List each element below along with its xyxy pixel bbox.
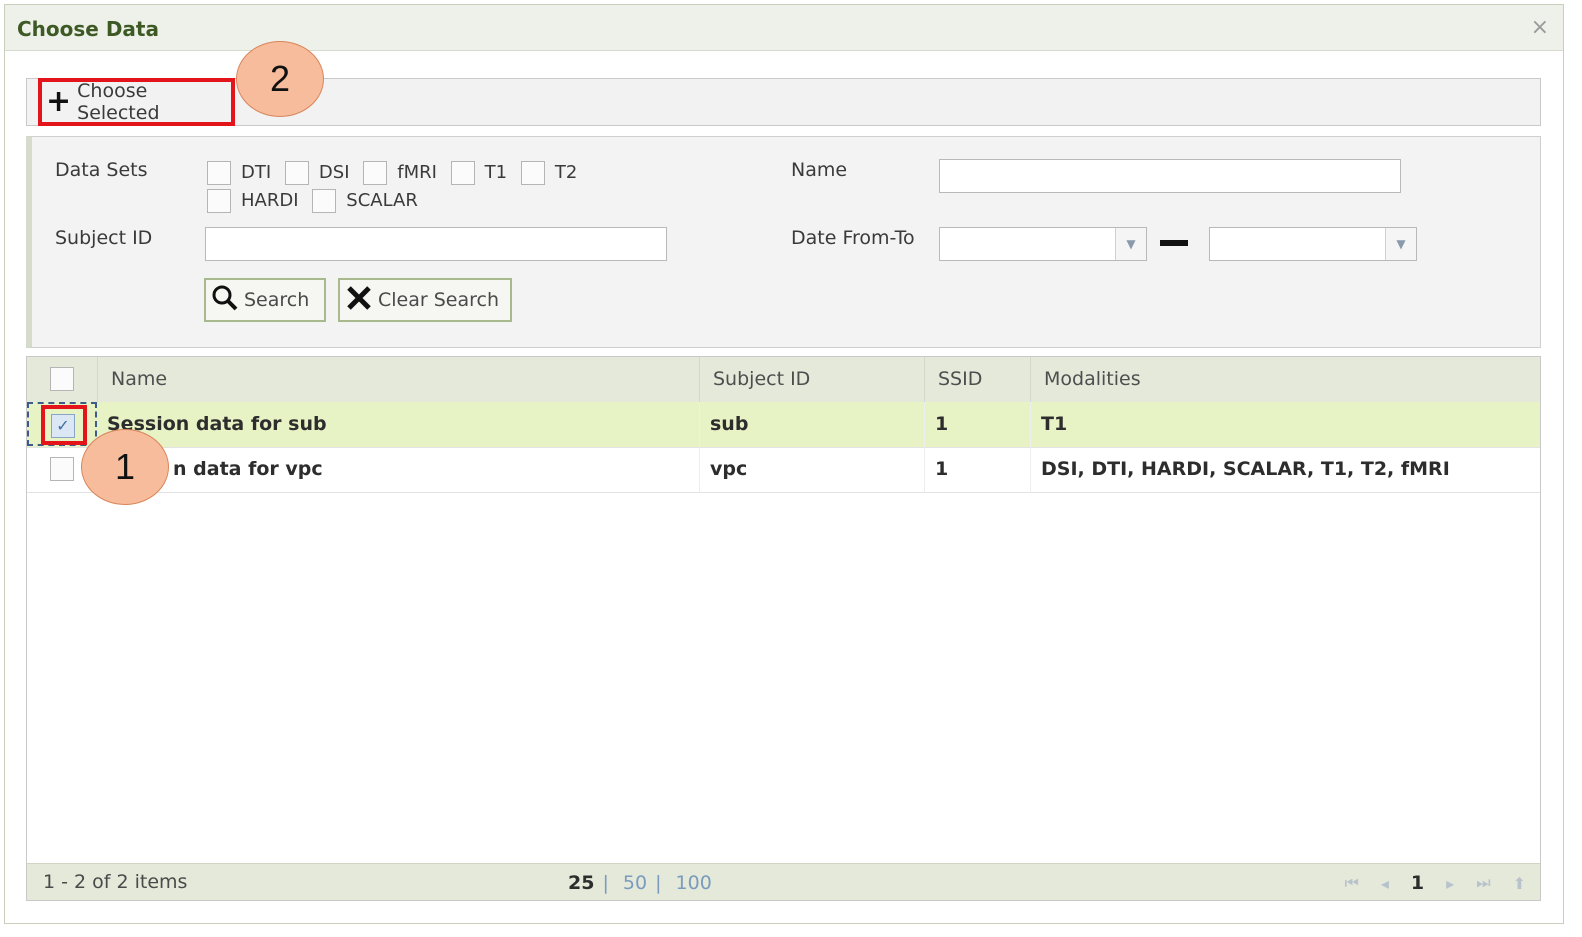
row-checkbox-checked[interactable]: ✓ (51, 414, 75, 438)
cell-subject-id: vpc (699, 447, 924, 492)
column-header-modalities[interactable]: Modalities (1030, 357, 1535, 402)
next-page-icon[interactable]: ▸ (1446, 874, 1454, 893)
dataset-label: DTI (241, 162, 272, 183)
checkbox[interactable] (363, 161, 388, 185)
cell-ssid: 1 (924, 402, 1030, 447)
cell-name: Session data for sub (107, 413, 327, 435)
datasets-label: Data Sets (55, 159, 148, 181)
page-size-100[interactable]: 100 (676, 872, 712, 894)
select-all-checkbox[interactable] (50, 367, 74, 391)
dialog-title: Choose Data (17, 17, 159, 41)
plus-icon: + (46, 84, 72, 119)
dataset-label: DSI (318, 162, 350, 183)
cell-name: n data for vpc (173, 458, 323, 480)
refresh-icon[interactable]: ⬆ (1513, 874, 1526, 893)
row-checkbox-highlight: ✓ (41, 405, 87, 445)
chevron-down-icon[interactable]: ▼ (1115, 228, 1146, 260)
grid-footer: 1 - 2 of 2 items 25 | 50 | 100 ⏮ ◂ 1 ▸ ⏭ ⬆ (27, 863, 1540, 900)
chevron-down-icon[interactable]: ▼ (1385, 228, 1416, 260)
column-header-name[interactable]: Name (97, 357, 699, 402)
date-to-picker[interactable]: ▼ (1209, 227, 1417, 261)
table-row[interactable]: ✓ Session data for sub sub 1 T1 (27, 402, 1540, 448)
subject-id-label: Subject ID (55, 227, 153, 249)
dataset-fmri[interactable]: fMRI (363, 159, 437, 187)
dataset-t2[interactable]: T2 (520, 159, 578, 187)
choose-selected-label: Choose Selected (77, 80, 160, 124)
dataset-label: HARDI (241, 190, 299, 211)
callout-2: 2 (236, 41, 324, 117)
column-header-ssid[interactable]: SSID (924, 357, 1030, 402)
cell-ssid: 1 (924, 447, 1030, 492)
date-range-separator (1160, 240, 1188, 246)
date-from-to-label: Date From-To (791, 227, 915, 249)
dialog-titlebar: Choose Data × (5, 5, 1563, 51)
dataset-dti[interactable]: DTI (207, 159, 271, 187)
search-button[interactable]: Search (204, 278, 326, 322)
dataset-label: fMRI (397, 162, 437, 183)
last-page-icon[interactable]: ⏭ (1476, 873, 1490, 893)
cell-modalities: T1 (1030, 402, 1535, 447)
page-size-25[interactable]: 25 (568, 872, 594, 894)
dataset-label: T2 (554, 162, 578, 183)
first-page-icon[interactable]: ⏮ (1344, 873, 1358, 893)
dataset-t1[interactable]: T1 (450, 159, 508, 187)
table-row[interactable]: n data for vpc vpc 1 DSI, DTI, HARDI, SC… (27, 447, 1540, 493)
cell-subject-id: sub (699, 402, 924, 447)
callout-1: 1 (81, 429, 169, 505)
x-icon (346, 285, 372, 316)
separator: | (655, 872, 662, 894)
search-label: Search (244, 289, 310, 311)
checkbox[interactable] (520, 161, 545, 185)
checkbox[interactable] (450, 161, 475, 185)
row-checkbox[interactable] (50, 457, 74, 481)
subject-id-input[interactable] (205, 227, 667, 261)
grid-header: Name Subject ID SSID Modalities (27, 357, 1540, 403)
checkbox[interactable] (284, 161, 309, 185)
checkbox[interactable] (312, 189, 337, 213)
search-icon (212, 285, 238, 316)
choose-selected-button[interactable]: + Choose Selected (38, 78, 235, 126)
dataset-scalar[interactable]: SCALAR (312, 187, 418, 215)
prev-page-icon[interactable]: ◂ (1381, 874, 1389, 893)
clear-search-button[interactable]: Clear Search (338, 278, 512, 322)
column-header-subject-id[interactable]: Subject ID (699, 357, 924, 402)
page-size-selector: 25 | 50 | 100 (568, 872, 720, 894)
pager-info: 1 - 2 of 2 items (43, 871, 188, 893)
dataset-label: SCALAR (346, 190, 418, 211)
checkbox[interactable] (207, 161, 231, 185)
current-page: 1 (1410, 872, 1425, 894)
data-grid: Name Subject ID SSID Modalities ✓ Sessio… (26, 356, 1541, 901)
name-input[interactable] (939, 159, 1401, 193)
name-label: Name (791, 159, 848, 181)
separator: | (602, 872, 609, 894)
filter-panel: Data Sets DTI DSI fMRI T1 T2 HARDI SCALA… (26, 136, 1541, 348)
checkbox[interactable] (207, 189, 231, 213)
clear-search-label: Clear Search (378, 289, 500, 311)
close-icon[interactable]: × (1531, 15, 1549, 40)
row-checkbox-focus: ✓ (27, 402, 97, 446)
cell-modalities: DSI, DTI, HARDI, SCALAR, T1, T2, fMRI (1030, 447, 1535, 492)
datasets-checkbox-group: DTI DSI fMRI T1 T2 HARDI SCALAR (207, 159, 677, 215)
date-from-picker[interactable]: ▼ (939, 227, 1147, 261)
pager: ⏮ ◂ 1 ▸ ⏭ ⬆ (1344, 872, 1526, 894)
choose-data-dialog: Choose Data × + Choose Selected 2 Data S… (4, 4, 1564, 924)
dataset-label: T1 (484, 162, 508, 183)
dataset-hardi[interactable]: HARDI (207, 187, 299, 215)
dataset-dsi[interactable]: DSI (284, 159, 350, 187)
page-size-50[interactable]: 50 (623, 872, 647, 894)
